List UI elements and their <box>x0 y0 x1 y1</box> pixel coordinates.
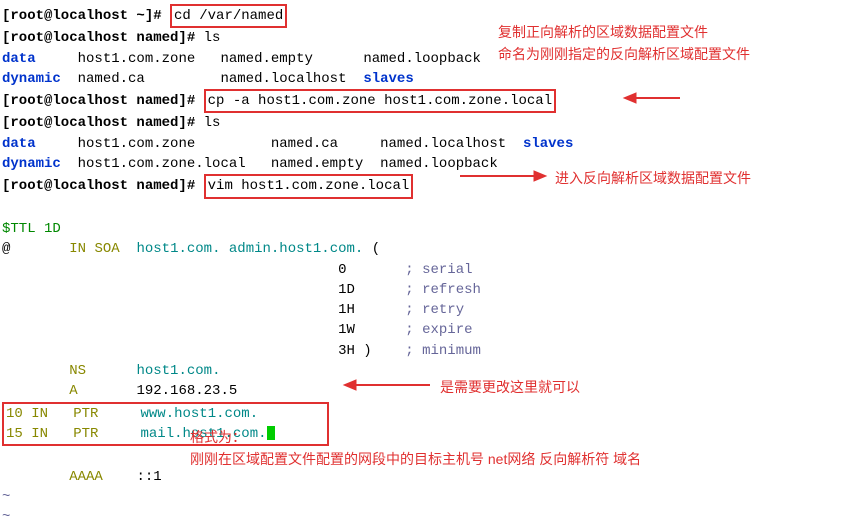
zone-refresh: 1D ; refresh <box>2 280 851 300</box>
zone-retry: 1H ; retry <box>2 300 851 320</box>
annotation-vim: 进入反向解析区域数据配置文件 <box>555 168 751 188</box>
at: @ <box>2 241 10 257</box>
cmd-ls: ls <box>204 115 221 131</box>
zone-serial: 0 ; serial <box>2 260 851 280</box>
zone-expire: 1W ; expire <box>2 320 851 340</box>
refresh: 1D <box>338 282 355 298</box>
ptr2-n: 15 <box>6 426 23 442</box>
prompt: [root@localhost ~]# <box>2 8 170 24</box>
rr-aaaa: AAAA <box>69 469 103 485</box>
ls2-row1: data host1.com.zone named.ca named.local… <box>2 134 851 154</box>
ptr2-in: IN <box>31 426 48 442</box>
ptr-box: 10 IN PTR www.host1.com. 15 IN PTR mail.… <box>2 402 329 447</box>
dir-dynamic: dynamic <box>2 156 61 172</box>
rr-ptr: PTR <box>73 426 98 442</box>
arrow-left-icon <box>342 377 432 393</box>
cursor-icon <box>267 426 275 440</box>
annotation-copy: 复制正向解析的区域数据配置文件 <box>498 22 708 42</box>
dir-slaves: slaves <box>523 136 573 152</box>
zone-ptr1: 10 IN PTR www.host1.com. <box>6 404 325 424</box>
file: named.empty <box>271 156 363 172</box>
aaaa-val: ::1 <box>136 469 161 485</box>
in: IN <box>69 241 86 257</box>
cmd-ls: ls <box>204 30 221 46</box>
dir-data: data <box>2 51 36 67</box>
line-cp: [root@localhost named]# cp -a host1.com.… <box>2 89 851 113</box>
rr-ns: NS <box>69 363 86 379</box>
minimum: 3H <box>338 343 355 359</box>
zone-ptr2: 15 IN PTR mail.host1.com. <box>6 424 325 444</box>
line-ls2: [root@localhost named]# ls <box>2 113 851 133</box>
dir-data: data <box>2 136 36 152</box>
file: host1.com.zone <box>78 51 196 67</box>
zone-aaaa: AAAA ::1 <box>2 467 851 487</box>
file: named.localhost <box>220 71 346 87</box>
file: host1.com.zone <box>78 136 196 152</box>
ptr1-in: IN <box>31 406 48 422</box>
zone-soa: @ IN SOA host1.com. admin.host1.com. ( <box>2 239 851 259</box>
annotation-change: 是需要更改这里就可以 <box>440 377 580 397</box>
file: named.ca <box>78 71 145 87</box>
a-val: 192.168.23.5 <box>136 383 237 399</box>
cmd-cd: cd /var/named <box>174 8 283 24</box>
rr-ptr: PTR <box>73 406 98 422</box>
file: host1.com.zone.local <box>78 156 246 172</box>
prompt: [root@localhost named]# <box>2 93 204 109</box>
cmd-cp-box: cp -a host1.com.zone host1.com.zone.loca… <box>204 89 556 113</box>
tilde: ~ <box>2 489 10 505</box>
file: named.localhost <box>380 136 506 152</box>
expire: 1W <box>338 322 355 338</box>
cmd-cd-box: cd /var/named <box>170 4 287 28</box>
tilde1: ~ <box>2 487 851 507</box>
cmd-vim-box: vim host1.com.zone.local <box>204 174 414 198</box>
line-cd: [root@localhost ~]# cd /var/named <box>2 4 851 28</box>
prompt: [root@localhost named]# <box>2 30 204 46</box>
paren-close: ) <box>363 343 371 359</box>
retry-cmt: ; retry <box>405 302 464 318</box>
expire-cmt: ; expire <box>405 322 472 338</box>
soa-ns: host1.com. <box>136 241 220 257</box>
tilde2: ~ <box>2 507 851 527</box>
ls1-row2: dynamic named.ca named.localhost slaves <box>2 69 851 89</box>
refresh-cmt: ; refresh <box>405 282 481 298</box>
paren-open: ( <box>372 241 380 257</box>
cmd-vim: vim host1.com.zone.local <box>208 178 410 194</box>
annotation-format1: 格式为： <box>190 427 246 447</box>
prompt: [root@localhost named]# <box>2 178 204 194</box>
minimum-cmt: ; minimum <box>405 343 481 359</box>
zone-ttl: $TTL 1D <box>2 219 851 239</box>
file: named.ca <box>271 136 338 152</box>
cmd-cp: cp -a host1.com.zone host1.com.zone.loca… <box>208 93 552 109</box>
serial: 0 <box>338 262 346 278</box>
dir-slaves: slaves <box>363 71 413 87</box>
tilde: ~ <box>2 509 10 525</box>
serial-cmt: ; serial <box>405 262 472 278</box>
rr-soa: SOA <box>94 241 119 257</box>
rr-a: A <box>69 383 77 399</box>
ptr1-n: 10 <box>6 406 23 422</box>
annotation-rename: 命名为刚刚指定的反向解析区域配置文件 <box>498 44 750 64</box>
blank <box>2 199 851 219</box>
file: named.empty <box>220 51 312 67</box>
dir-dynamic: dynamic <box>2 71 61 87</box>
retry: 1H <box>338 302 355 318</box>
ptr1-val: www.host1.com. <box>140 406 258 422</box>
annotation-format2: 刚刚在区域配置文件配置的网段中的目标主机号 net网络 反向解析符 域名 <box>190 449 641 469</box>
file: named.loopback <box>363 51 481 67</box>
prompt: [root@localhost named]# <box>2 115 204 131</box>
arrow-right-icon <box>622 90 682 106</box>
zone-minimum: 3H ) ; minimum <box>2 341 851 361</box>
arrow-right-icon <box>458 168 548 184</box>
ns-val: host1.com. <box>136 363 220 379</box>
soa-admin: admin.host1.com. <box>229 241 363 257</box>
ttl: $TTL 1D <box>2 221 61 237</box>
